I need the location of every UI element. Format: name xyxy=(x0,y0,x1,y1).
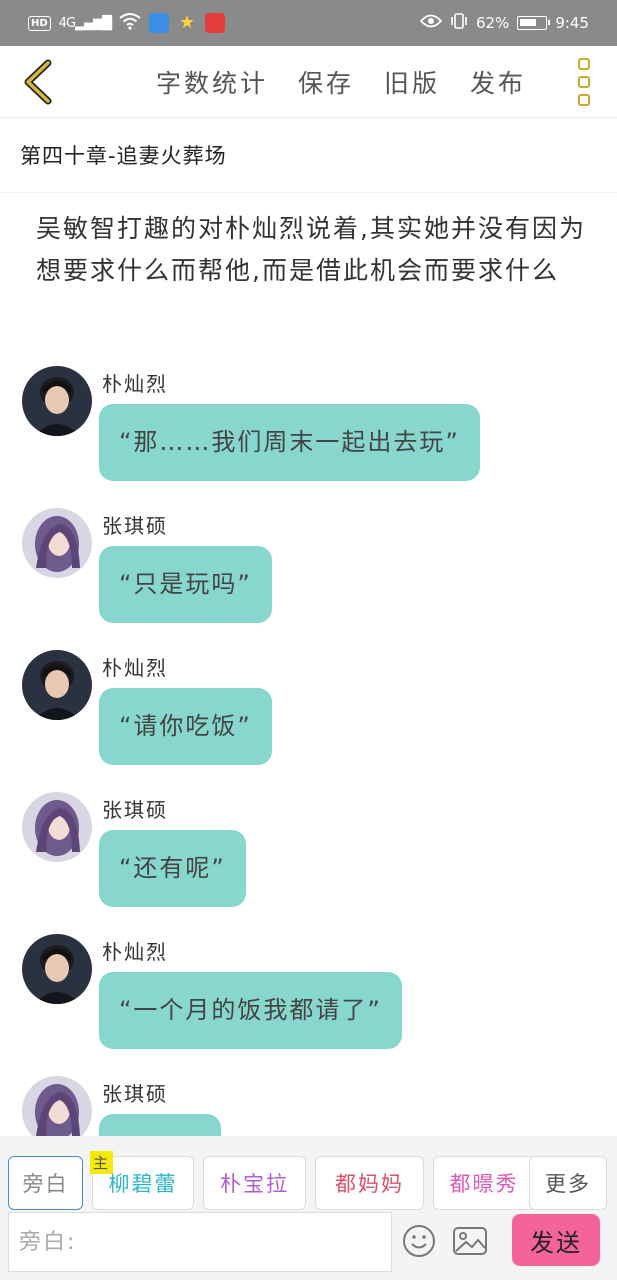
old-version-button[interactable]: 旧版 xyxy=(384,64,440,100)
character-label: 旁白 xyxy=(22,1172,69,1196)
status-bar-left: HD 4G▂▄▆█ ★ xyxy=(28,12,226,34)
publish-button[interactable]: 发布 xyxy=(470,64,526,100)
divider xyxy=(0,192,617,193)
back-button[interactable] xyxy=(10,54,66,110)
hd-icon: HD xyxy=(28,15,51,31)
character-label: 都暻秀 xyxy=(449,1172,519,1196)
avatar[interactable] xyxy=(22,792,92,862)
message-input[interactable]: 旁白: xyxy=(8,1212,392,1272)
image-button[interactable] xyxy=(452,1224,488,1258)
app-red-icon xyxy=(205,13,226,33)
clock: 9:45 xyxy=(555,14,589,32)
status-bar-right: 62% 9:45 xyxy=(419,12,589,34)
battery-percent: 62% xyxy=(475,14,510,32)
more-dot xyxy=(578,76,590,88)
character-button[interactable]: 都妈妈 xyxy=(315,1156,424,1210)
status-bar: HD 4G▂▄▆█ ★ 62% 9:45 xyxy=(0,0,617,46)
sender-name: 张琪硕 xyxy=(102,514,168,538)
composer-panel: 旁白 主 柳碧蕾 朴宝拉 都妈妈 都暻秀 更多 旁白: 发送 xyxy=(0,1136,617,1280)
more-dot xyxy=(578,58,590,70)
star-icon: ★ xyxy=(178,12,196,33)
avatar[interactable] xyxy=(22,366,92,436)
more-characters-button[interactable]: 更多 xyxy=(529,1156,607,1210)
character-label: 更多 xyxy=(545,1172,591,1196)
message-bubble[interactable]: “只是玩吗” xyxy=(99,546,272,623)
message-bubble[interactable]: “一个月的饭我都请了” xyxy=(99,972,402,1049)
sender-name: 张琪硕 xyxy=(102,1082,168,1106)
eye-icon xyxy=(419,14,443,32)
message-bubble[interactable]: “那……我们周末一起出去玩” xyxy=(99,404,480,481)
image-icon xyxy=(453,1227,487,1255)
wifi-icon xyxy=(119,12,141,34)
editor-toolbar: 字数统计 保存 旧版 发布 xyxy=(0,46,617,118)
emoji-button[interactable] xyxy=(402,1224,436,1258)
send-button[interactable]: 发送 xyxy=(512,1214,600,1266)
signal-icon: 4G▂▄▆█ xyxy=(58,15,112,31)
character-label: 柳碧蕾 xyxy=(108,1172,178,1196)
vibrate-icon xyxy=(450,12,468,34)
narration-text[interactable]: 吴敏智打趣的对朴灿烈说着,其实她并没有因为想要求什么而帮他,而是借此机会而要求什… xyxy=(36,208,596,292)
avatar[interactable] xyxy=(22,934,92,1004)
sender-name: 朴灿烈 xyxy=(102,656,168,680)
input-row: 旁白: 发送 xyxy=(8,1212,609,1274)
character-button[interactable]: 主 柳碧蕾 xyxy=(90,1151,194,1210)
word-count-button[interactable]: 字数统计 xyxy=(156,64,268,100)
more-dot xyxy=(578,94,590,106)
main-character-badge: 主 xyxy=(90,1151,114,1174)
message-bubble[interactable]: “请你吃饭” xyxy=(99,688,272,765)
smiley-icon xyxy=(403,1225,435,1257)
message-bubble[interactable]: “还有呢” xyxy=(99,830,246,907)
character-button[interactable]: 都暻秀 xyxy=(433,1156,535,1210)
chapter-title[interactable]: 第四十章-追妻火葬场 xyxy=(20,140,227,170)
character-button[interactable]: 朴宝拉 xyxy=(203,1156,306,1210)
battery-icon xyxy=(517,16,551,30)
save-button[interactable]: 保存 xyxy=(298,64,354,100)
character-label: 朴宝拉 xyxy=(220,1172,289,1196)
character-button-narrator[interactable]: 旁白 xyxy=(8,1156,83,1210)
chevron-left-icon xyxy=(24,59,52,105)
avatar[interactable] xyxy=(22,508,92,578)
sender-name: 朴灿烈 xyxy=(102,372,168,396)
avatar[interactable] xyxy=(22,650,92,720)
sender-name: 朴灿烈 xyxy=(102,940,168,964)
character-selector: 旁白 主 柳碧蕾 朴宝拉 都妈妈 都暻秀 更多 xyxy=(8,1151,607,1210)
app-icon xyxy=(149,13,170,33)
toolbar-actions: 字数统计 保存 旧版 发布 xyxy=(156,64,526,100)
character-label: 都妈妈 xyxy=(335,1172,404,1196)
more-vertical-icon[interactable] xyxy=(571,56,597,108)
sender-name: 张琪硕 xyxy=(102,798,168,822)
